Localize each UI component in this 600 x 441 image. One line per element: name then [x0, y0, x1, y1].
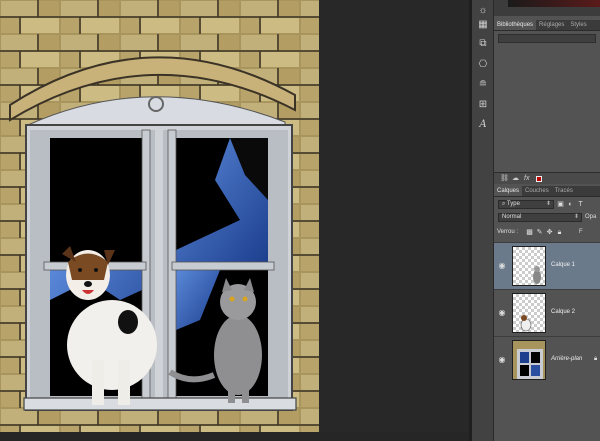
layers-tabs: Calques Couches Tracés	[494, 186, 600, 197]
layer-row-calque-2[interactable]: ◉ Calque 2	[494, 289, 600, 336]
layer-thumbnail	[512, 293, 546, 333]
right-panel-column: Bibliothèques Réglages Styles ⛓ ☁ fx Cal…	[494, 0, 600, 441]
document-canvas[interactable]	[0, 0, 319, 441]
type-filter-icon[interactable]: T	[577, 201, 584, 208]
layer-thumbnail	[512, 246, 546, 286]
eye-icon[interactable]: ◉	[498, 309, 506, 317]
layer-name[interactable]: Calque 1	[551, 262, 575, 268]
color-ramp[interactable]	[508, 0, 600, 7]
cloud-icon[interactable]: ☁	[512, 175, 519, 182]
layer-name[interactable]: Calque 2	[551, 309, 575, 315]
tab-libraries[interactable]: Bibliothèques	[494, 20, 537, 30]
panel-bottom-icons: ⛓ ☁ fx	[494, 172, 600, 184]
pixel-filter-icon[interactable]: ▣	[557, 201, 564, 208]
layer-name[interactable]: Arrière-plan	[551, 356, 582, 362]
lock-label: Verrou :	[497, 229, 519, 235]
clone-icon[interactable]: ⊞	[476, 98, 490, 112]
blend-mode-select[interactable]: Normal ⬍	[498, 212, 582, 222]
sun-icon[interactable]: ☼	[476, 4, 490, 18]
lock-icon: 🔒︎	[594, 356, 598, 362]
panel-icon-strip: ☼ ▦ ⧉ ⎔ ≘ ⊞ A	[472, 0, 494, 441]
lock-position-icon[interactable]: ✥	[546, 229, 553, 236]
fx-icon[interactable]: fx	[524, 175, 530, 182]
layer-filter-row: ⌕ Type ⬍ ▣ ◐ T	[494, 198, 600, 210]
adjustment-filter-icon[interactable]: ◐	[567, 201, 574, 208]
blend-row: Normal ⬍ Opa	[494, 211, 600, 223]
paths-icon[interactable]: ⎔	[476, 58, 490, 72]
layer-thumbnail	[512, 340, 546, 380]
link-icon[interactable]: ⛓	[500, 175, 509, 182]
lock-all-icon[interactable]: 🔒︎	[556, 229, 563, 236]
tab-styles[interactable]: Styles	[567, 20, 589, 30]
layers-3d-icon[interactable]: ⧉	[476, 37, 490, 51]
lock-transparency-icon[interactable]: ▩	[526, 229, 533, 236]
chevron-down-icon: ⬍	[545, 200, 551, 207]
adjust-icon[interactable]: ≘	[476, 78, 490, 92]
libraries-panel-body	[494, 31, 600, 168]
calendar-icon[interactable]: ▦	[476, 18, 490, 32]
tab-channels[interactable]: Couches	[522, 186, 552, 196]
color-panel-strip	[494, 0, 600, 16]
eye-icon[interactable]: ◉	[498, 262, 506, 270]
eye-icon[interactable]: ◉	[498, 356, 506, 364]
lock-pixels-icon[interactable]: ✎	[536, 229, 543, 236]
pasteboard	[319, 0, 469, 441]
canvas-bottom-bar	[0, 432, 469, 441]
tab-layers[interactable]: Calques	[494, 186, 523, 196]
library-select[interactable]	[498, 34, 596, 43]
layer-filter-select[interactable]: ⌕ Type ⬍	[498, 199, 554, 209]
text-tool-icon[interactable]: A	[476, 118, 490, 132]
tab-paths[interactable]: Tracés	[552, 186, 576, 196]
library-tabs: Bibliothèques Réglages Styles	[494, 20, 600, 31]
tab-adjustments[interactable]: Réglages	[536, 20, 567, 30]
layer-row-background[interactable]: ◉ Arrière-plan 🔒︎	[494, 336, 600, 383]
layer-row-calque-1[interactable]: ◉ Calque 1	[494, 242, 600, 289]
lock-row: Verrou : ▩ ✎ ✥ 🔒︎ F	[494, 226, 600, 238]
chevron-down-icon: ⬍	[573, 213, 579, 220]
fill-label: F	[579, 229, 583, 235]
opacity-label: Opa	[585, 214, 597, 220]
canvas-image	[0, 0, 319, 441]
color-swatch-red[interactable]	[536, 175, 542, 182]
